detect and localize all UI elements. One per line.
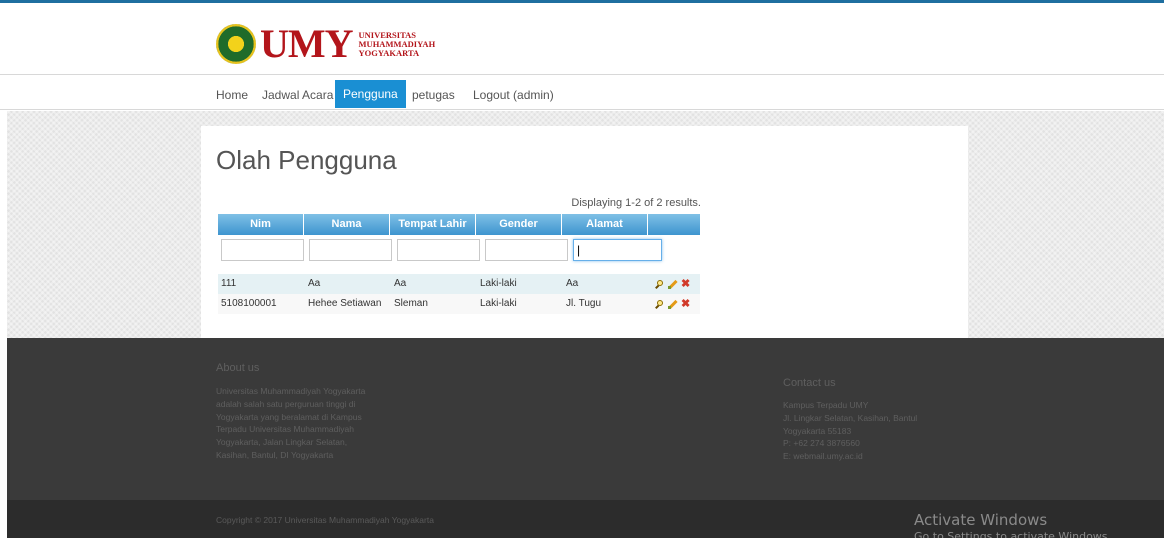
- cell-nim: 5108100001: [221, 298, 277, 309]
- logo-subtitle-line: YOGYAKARTA: [358, 47, 420, 58]
- cell-alamat: Aa: [566, 278, 579, 289]
- results-summary: Displaying 1-2 of 2 results.: [571, 197, 701, 209]
- activate-windows-title: Activate Windows: [914, 511, 1048, 529]
- cell-tempat-lahir: Aa: [394, 278, 407, 289]
- nav-item-pengguna[interactable]: Pengguna: [335, 80, 406, 108]
- nav-item-petugas[interactable]: petugas: [404, 82, 463, 108]
- column-header-actions: [648, 214, 700, 235]
- cell-nama: Aa: [308, 278, 321, 289]
- footer-about-line: Terpadu Universitas Muhammadiyah: [216, 424, 354, 435]
- footer-about-line: adalah salah satu perguruan tinggi di: [216, 398, 356, 409]
- site-footer: [7, 338, 1164, 500]
- footer-contact-line: P: +62 274 3876560: [783, 438, 860, 449]
- nav-item-home[interactable]: Home: [208, 82, 256, 108]
- footer-contact-line: Jl. Lingkar Selatan, Kasihan, Bantul: [783, 412, 918, 423]
- cell-nim: 111: [221, 278, 237, 289]
- footer-contact-heading: Contact us: [783, 377, 836, 389]
- footer-about-line: Yogyakarta, Jalan Lingkar Selatan,: [216, 437, 348, 448]
- cell-gender: Laki-laki: [480, 298, 517, 309]
- delete-icon[interactable]: ✖: [681, 298, 690, 309]
- table-row: 5108100001 Hehee Setiawan Sleman Laki-la…: [218, 294, 700, 314]
- footer-about-heading: About us: [216, 362, 260, 374]
- cell-tempat-lahir: Sleman: [394, 298, 428, 309]
- nav-item-jadwal-acara[interactable]: Jadwal Acara: [254, 82, 341, 108]
- footer-about-line: Universitas Muhammadiyah Yogyakarta: [216, 386, 366, 396]
- filter-cell: [394, 237, 482, 261]
- main-nav: Home Jadwal Acara Pengguna petugas Logou…: [0, 76, 1164, 110]
- footer-contact-line: Kampus Terpadu UMY: [783, 400, 869, 410]
- cell-nama: Hehee Setiawan: [308, 298, 382, 309]
- edit-icon[interactable]: [668, 280, 677, 289]
- filter-cell: [482, 237, 570, 261]
- row-actions: ✖: [649, 274, 700, 294]
- nav-item-logout[interactable]: Logout (admin): [465, 82, 562, 108]
- filter-alamat-input[interactable]: [573, 239, 662, 261]
- logo-subtitle: UNIVERSITAS MUHAMMADIYAH YOGYAKARTA: [358, 30, 436, 58]
- activate-windows-subtitle: Go to Settings to activate Windows.: [914, 530, 1112, 538]
- cell-alamat: Jl. Tugu: [566, 298, 602, 309]
- column-header-nama[interactable]: Nama: [304, 214, 390, 235]
- delete-icon[interactable]: ✖: [681, 278, 690, 289]
- filter-cell: [218, 237, 306, 261]
- footer-about-text: Universitas Muhammadiyah Yogyakarta adal…: [216, 385, 365, 462]
- umy-seal-icon: [216, 24, 256, 64]
- page-title: Olah Pengguna: [216, 145, 397, 175]
- filter-row: [218, 237, 664, 261]
- cell-gender: Laki-laki: [480, 278, 517, 289]
- column-header-tempat-lahir[interactable]: Tempat Lahir: [390, 214, 476, 235]
- copyright-text: Copyright © 2017 Universitas Muhammadiya…: [216, 515, 434, 525]
- column-header-alamat[interactable]: Alamat: [562, 214, 648, 235]
- footer-contact-line: Yogyakarta 55183: [783, 425, 852, 436]
- footer-contact-text: Kampus Terpadu UMY Jl. Lingkar Selatan, …: [783, 399, 917, 463]
- filter-cell: [306, 237, 394, 261]
- umy-logo[interactable]: UMY UNIVERSITAS MUHAMMADIYAH YOGYAKARTA: [216, 24, 435, 64]
- footer-about-line: Kasihan, Bantul, DI Yogyakarta: [216, 449, 334, 460]
- filter-cell: [570, 237, 664, 261]
- grid-header: Nim Nama Tempat Lahir Gender Alamat: [218, 214, 700, 235]
- view-icon[interactable]: [655, 279, 664, 289]
- filter-nim-input[interactable]: [221, 239, 304, 261]
- edit-icon[interactable]: [668, 300, 677, 309]
- filter-nama-input[interactable]: [309, 239, 392, 261]
- column-header-gender[interactable]: Gender: [476, 214, 562, 235]
- filter-tempat-lahir-input[interactable]: [397, 239, 480, 261]
- table-row: 111 Aa Aa Laki-laki Aa ✖: [218, 274, 700, 294]
- site-header: UMY UNIVERSITAS MUHAMMADIYAH YOGYAKARTA: [0, 3, 1164, 75]
- footer-about-line: Yogyakarta yang beralamat di Kampus: [216, 411, 362, 422]
- filter-gender-input[interactable]: [485, 239, 568, 261]
- row-actions: ✖: [649, 294, 700, 314]
- column-header-nim[interactable]: Nim: [218, 214, 304, 235]
- footer-contact-line[interactable]: E: webmail.umy.ac.id: [783, 450, 917, 463]
- view-icon[interactable]: [655, 299, 664, 309]
- logo-wordmark: UMY: [260, 21, 354, 66]
